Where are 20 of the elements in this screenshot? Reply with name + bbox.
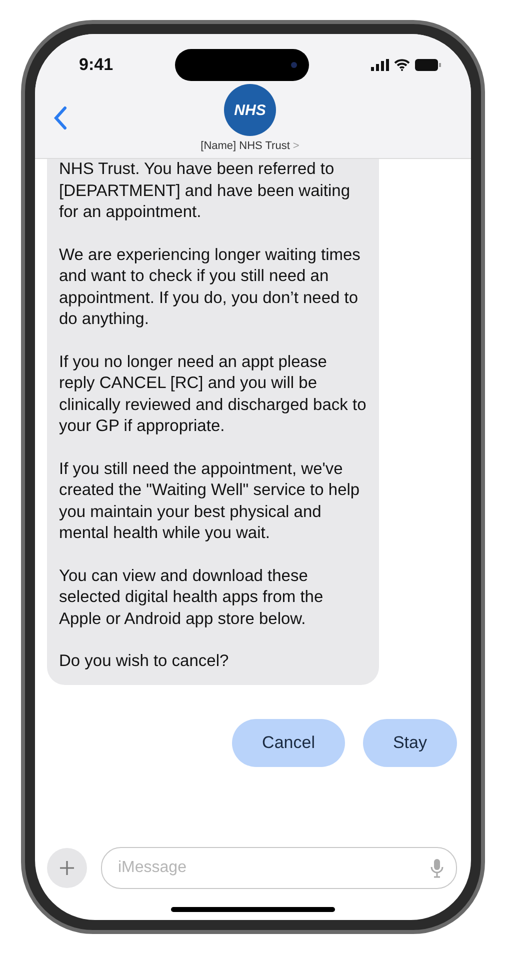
message-text: Do you wish to cancel?: [59, 651, 230, 672]
add-button[interactable]: [47, 848, 87, 888]
microphone-icon[interactable]: [430, 858, 444, 878]
plus-icon: [59, 860, 75, 876]
signal-icon: [371, 59, 389, 71]
back-icon[interactable]: [53, 106, 67, 130]
message-text: We are experiencing longer waiting times and want to check if you still need an appointment. If you do, you don’t need to do anything.: [59, 244, 362, 330]
message-field[interactable]: iMessage: [116, 858, 430, 878]
message-text: If you no longer need an appt please reply CANCEL [RC] and you will be clinically reviewed and discharged back to your GP if appropriate.: [59, 352, 367, 437]
battery-icon: [415, 59, 441, 71]
message-text: You can view and download these selected digital health apps from the Apple or Android app store below.: [59, 566, 324, 630]
message-text: If you still need the appointment, we've created the "Waiting Well" service to help you maintain your best physical and mental health while you wait.: [59, 458, 361, 544]
quick-reply-button[interactable]: Stay: [362, 718, 457, 766]
contact-name[interactable]: [Name] NHS Trust >: [200, 140, 300, 152]
message-composer[interactable]: iMessage: [101, 847, 457, 889]
message-text: NHS Trust. You have been referred to [DEPARTMENT] and have been waiting for an appointment.: [59, 159, 352, 223]
quick-reply-button[interactable]: Cancel: [232, 718, 345, 766]
wifi-icon: [394, 59, 410, 71]
contact-avatar[interactable]: NHS: [224, 84, 276, 136]
status-time: 9:41: [79, 55, 114, 75]
